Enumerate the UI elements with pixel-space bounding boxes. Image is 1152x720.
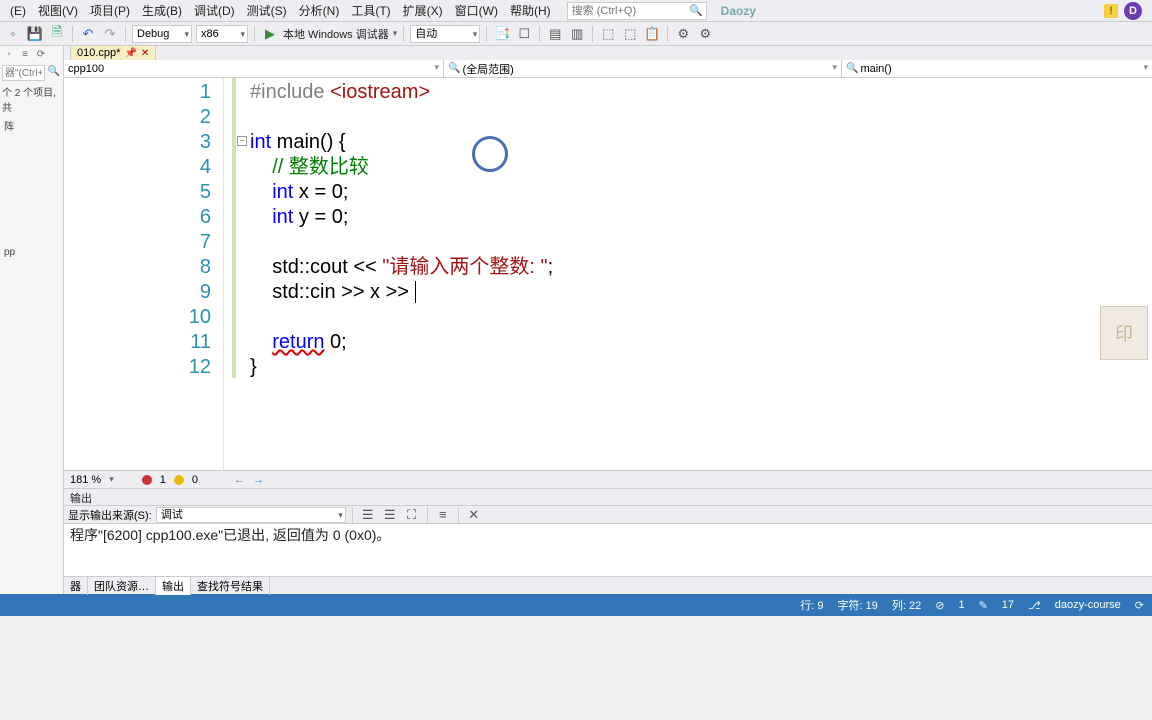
output-text[interactable]: 程序"[6200] cpp100.exe"已退出, 返回值为 0 (0x0)。 [64, 524, 1152, 576]
code-content[interactable]: #include <iostream> int main() { // 整数比较… [250, 78, 1152, 470]
global-search-input[interactable] [567, 2, 707, 20]
tb-icon-2[interactable]: ☐ [515, 25, 533, 43]
solution-summary: 个 2 个项目, 共 [2, 82, 61, 116]
warn-dot-icon[interactable] [174, 475, 184, 485]
menu-tools[interactable]: 工具(T) [345, 0, 396, 21]
tb-icon-6[interactable]: ⬚ [621, 25, 639, 43]
out-clear-icon[interactable]: ✕ [465, 506, 483, 524]
nav-fwd-icon[interactable]: → [253, 474, 264, 486]
warn-count: 0 [192, 474, 198, 486]
status-repo[interactable]: daozy-course [1055, 599, 1121, 611]
tb-icon-8[interactable]: ⚙ [674, 25, 692, 43]
out-icon-1[interactable]: ☰ [359, 506, 377, 524]
solution-item[interactable]: 阵 [2, 116, 61, 135]
output-source-label: 显示输出来源(S): [68, 507, 152, 523]
error-count: 1 [160, 474, 166, 486]
menu-file[interactable]: (E) [4, 2, 32, 20]
config-dropdown[interactable]: Debug [132, 25, 192, 43]
redo-icon[interactable]: ↷ [101, 25, 119, 43]
output-panel-title: 输出 [64, 488, 1152, 506]
save-all-icon[interactable]: 🗎 [48, 25, 66, 43]
bottom-tabs: 器 团队资源… 输出 查找符号结果 [64, 576, 1152, 594]
code-editor[interactable]: 123456789101112 − #include <iostream> in… [64, 78, 1152, 470]
nav-scope[interactable]: 🔍 (全局范围) [444, 60, 842, 77]
main-toolbar: ◦ 💾 🗎 ↶ ↷ Debug x86 ▶ 本地 Windows 调试器 ▾ 自… [0, 22, 1152, 46]
status-line: 行: 9 [800, 597, 823, 613]
output-source-dropdown[interactable]: 调试 [156, 507, 346, 523]
tb-icon-3[interactable]: ▤ [546, 25, 564, 43]
side-icon-3[interactable]: ⟳ [34, 49, 48, 63]
out-icon-3[interactable]: ⛶ [403, 506, 421, 524]
output-toolbar: 显示输出来源(S): 调试 ☰ ☰ ⛶ ≡ ✕ [64, 506, 1152, 524]
menu-help[interactable]: 帮助(H) [504, 0, 557, 21]
zoom-level[interactable]: 181 % [70, 474, 101, 486]
save-icon[interactable]: 💾 [26, 25, 44, 43]
btab-output[interactable]: 输出 [156, 577, 191, 595]
btab-1[interactable]: 团队资源… [88, 577, 156, 595]
undo-icon[interactable]: ↶ [79, 25, 97, 43]
solution-explorer: ◦ ≡ ⟳ 🔍 个 2 个项目, 共 阵 pp [0, 46, 64, 594]
side-icon-2[interactable]: ≡ [18, 49, 32, 63]
watermark-stamp: 印 [1100, 306, 1148, 360]
nav-back-icon[interactable]: ← [234, 474, 245, 486]
tab-label: 010.cpp* [77, 47, 120, 59]
search-icon[interactable]: 🔍 [47, 66, 61, 80]
nav-member[interactable]: 🔍 main() [842, 60, 1152, 77]
nav-project[interactable]: cpp100 [64, 60, 444, 77]
file-tab-active[interactable]: 010.cpp* 📌 ✕ [70, 45, 156, 60]
pin-icon[interactable]: 📌 [124, 48, 136, 59]
out-icon-2[interactable]: ☰ [381, 506, 399, 524]
editor-status-strip: 181 % ▾ 1 0 ← → [64, 470, 1152, 488]
close-icon[interactable]: ✕ [141, 48, 149, 59]
output-line: 程序"[6200] cpp100.exe"已退出, 返回值为 0 (0x0)。 [70, 526, 1146, 544]
branch-icon[interactable]: ⎇ [1028, 599, 1041, 612]
editor-tabs: 010.cpp* 📌 ✕ [64, 46, 1152, 60]
sync-icon[interactable]: ⟳ [1135, 599, 1144, 612]
menu-extensions[interactable]: 扩展(X) [397, 0, 449, 21]
debugger-label[interactable]: 本地 Windows 调试器 [283, 26, 389, 42]
menu-test[interactable]: 测试(S) [241, 0, 293, 21]
status-warnings: 17 [1002, 599, 1014, 611]
error-icon[interactable]: ⊘ [935, 599, 944, 612]
tb-icon-7[interactable]: 📋 [643, 25, 661, 43]
search-icon: 🔍 [846, 63, 858, 74]
out-icon-4[interactable]: ≡ [434, 506, 452, 524]
auto-dropdown[interactable]: 自动 [410, 25, 480, 43]
solution-search-input[interactable] [2, 65, 45, 81]
brand-label: Daozy [721, 4, 756, 18]
platform-dropdown[interactable]: x86 [196, 25, 248, 43]
pencil-icon[interactable]: ✎ [979, 599, 988, 612]
line-numbers: 123456789101112 [64, 78, 224, 470]
side-icon-1[interactable]: ◦ [2, 49, 16, 63]
status-bar: 行: 9 字符: 19 列: 22 ⊘ 1 ✎ 17 ⎇ daozy-cours… [0, 594, 1152, 616]
tb-icon-1[interactable]: 📑 [493, 25, 511, 43]
menu-project[interactable]: 项目(P) [84, 0, 136, 21]
menu-build[interactable]: 生成(B) [136, 0, 188, 21]
status-col: 列: 22 [892, 597, 921, 613]
solution-item[interactable]: pp [2, 245, 61, 260]
tb-icon-5[interactable]: ⬚ [599, 25, 617, 43]
error-dot-icon[interactable] [142, 475, 152, 485]
status-errors: 1 [958, 599, 964, 611]
play-icon[interactable]: ▶ [261, 25, 279, 43]
menu-window[interactable]: 窗口(W) [449, 0, 504, 21]
back-icon[interactable]: ◦ [4, 25, 22, 43]
btab-0[interactable]: 器 [64, 577, 88, 595]
status-char: 字符: 19 [838, 597, 878, 613]
code-nav-bar: cpp100 🔍 (全局范围) 🔍 main() [64, 60, 1152, 78]
menu-analyze[interactable]: 分析(N) [293, 0, 346, 21]
notification-icon[interactable]: ! [1104, 4, 1118, 18]
menu-view[interactable]: 视图(V) [32, 0, 84, 21]
btab-3[interactable]: 查找符号结果 [191, 577, 270, 595]
user-avatar[interactable]: D [1124, 2, 1142, 20]
menu-bar: (E) 视图(V) 项目(P) 生成(B) 调试(D) 测试(S) 分析(N) … [0, 0, 1152, 22]
tb-icon-4[interactable]: ▥ [568, 25, 586, 43]
tb-icon-9[interactable]: ⚙ [696, 25, 714, 43]
search-icon: 🔍 [448, 63, 460, 74]
menu-debug[interactable]: 调试(D) [188, 0, 241, 21]
